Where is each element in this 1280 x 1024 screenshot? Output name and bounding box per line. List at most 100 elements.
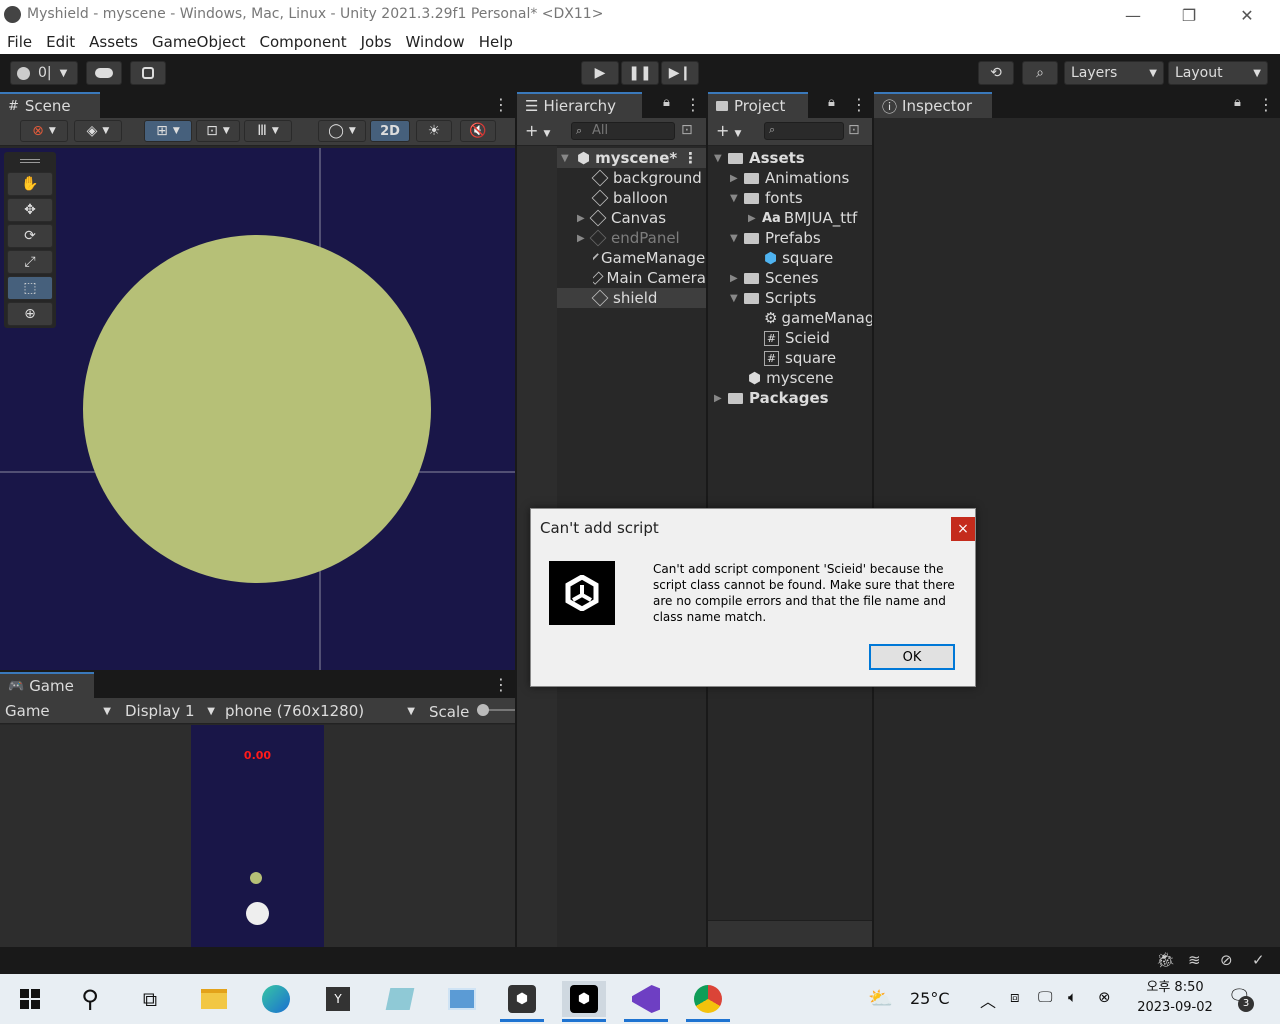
edge-browser-button[interactable] bbox=[254, 981, 298, 1017]
project-item-animations[interactable]: ▶ Animations bbox=[730, 168, 849, 188]
project-item-prefab-square[interactable]: ⬢ square bbox=[764, 248, 833, 268]
project-item-scieid-script[interactable]: # Scieid bbox=[764, 328, 830, 348]
rotate-tool-button[interactable]: ⟳ bbox=[7, 224, 53, 248]
chrome-browser-button[interactable] bbox=[686, 981, 730, 1022]
increment-dropdown[interactable]: Ⅲ ▼ bbox=[244, 120, 292, 142]
tool-handle-dropdown[interactable]: ⊗ ▼ bbox=[20, 120, 68, 142]
hierarchy-item-main-camera[interactable]: Main Camera bbox=[593, 268, 706, 288]
scene-menu-icon[interactable]: ⋮ bbox=[683, 149, 698, 167]
search-options-icon[interactable]: ⊡ bbox=[848, 122, 860, 138]
menu-file[interactable]: File bbox=[7, 33, 32, 51]
create-dropdown[interactable]: + ▼ bbox=[525, 121, 550, 140]
step-button[interactable]: ▶❙ bbox=[661, 61, 699, 85]
hierarchy-item-endpanel[interactable]: ▶ endPanel bbox=[577, 228, 680, 248]
close-window-button[interactable]: ✕ bbox=[1218, 0, 1276, 30]
project-create-dropdown[interactable]: + ▼ bbox=[716, 121, 741, 140]
project-item-prefabs[interactable]: ▼ Prefabs bbox=[730, 228, 821, 248]
cloud-button[interactable] bbox=[86, 61, 122, 85]
layers-dropdown[interactable]: Layers ▼ bbox=[1064, 61, 1164, 85]
project-search-input[interactable]: ⌕ bbox=[764, 122, 844, 140]
hierarchy-search-input[interactable]: ⌕ All bbox=[571, 122, 675, 140]
move-tool-button[interactable]: ✥ bbox=[7, 198, 53, 222]
hierarchy-item-gamemanager[interactable]: GameManager bbox=[593, 248, 706, 268]
chevron-up-icon[interactable]: ︿ bbox=[980, 988, 996, 1012]
scale-slider-handle[interactable] bbox=[477, 704, 489, 716]
tab-project[interactable]: Project bbox=[708, 92, 808, 118]
cache-server-icon[interactable]: ⊘ bbox=[1220, 951, 1233, 969]
draw-mode-dropdown[interactable]: ◈ ▼ bbox=[74, 120, 122, 142]
tab-scene[interactable]: # Scene bbox=[0, 92, 100, 118]
debug-icon[interactable]: 🐞︎ bbox=[1156, 951, 1175, 969]
resolution-dropdown[interactable]: phone (760x1280) ▼ bbox=[225, 701, 415, 721]
play-button[interactable]: ▶ bbox=[581, 61, 619, 85]
menu-window[interactable]: Window bbox=[406, 33, 465, 51]
menu-assets[interactable]: Assets bbox=[89, 33, 138, 51]
hierarchy-menu-icon[interactable]: ⋮ bbox=[685, 95, 701, 114]
menu-jobs[interactable]: Jobs bbox=[361, 33, 392, 51]
menu-gameobject[interactable]: GameObject bbox=[152, 33, 246, 51]
game-menu-icon[interactable]: ⋮ bbox=[493, 675, 509, 694]
lighting-toggle[interactable]: ☀ bbox=[416, 120, 452, 142]
tab-inspector[interactable]: ⓘ Inspector bbox=[874, 92, 992, 118]
undo-history-button[interactable]: ⟲ bbox=[978, 61, 1014, 85]
hierarchy-item-balloon[interactable]: balloon bbox=[591, 188, 668, 208]
grid-snap-dropdown[interactable]: ⊞ ▼ bbox=[144, 120, 192, 142]
project-item-fonts[interactable]: ▼ fonts bbox=[730, 188, 803, 208]
hierarchy-root-scene[interactable]: ▼ ⬢ myscene* ⋮ bbox=[557, 148, 706, 168]
network-icon[interactable]: 🖵 bbox=[1038, 988, 1052, 1006]
search-options-icon[interactable]: ⊡ bbox=[681, 122, 693, 138]
windows-start-button[interactable] bbox=[8, 981, 52, 1017]
balloon-sprite[interactable] bbox=[83, 235, 431, 583]
menu-help[interactable]: Help bbox=[479, 33, 513, 51]
camera-icon[interactable]: ⧈ bbox=[1010, 988, 1020, 1006]
scene-menu-icon[interactable]: ⋮ bbox=[493, 95, 509, 114]
dialog-close-button[interactable]: × bbox=[951, 517, 975, 541]
ok-button[interactable]: OK bbox=[869, 644, 955, 670]
pause-button[interactable]: ❚❚ bbox=[621, 61, 659, 85]
y-app-button[interactable]: Y bbox=[316, 981, 360, 1017]
game-screen[interactable]: 0.00 bbox=[191, 725, 324, 947]
game-view-dropdown[interactable]: Game ▼ bbox=[5, 701, 111, 721]
hand-tool-button[interactable]: ✋ bbox=[7, 172, 53, 196]
tab-hierarchy[interactable]: ☰ Hierarchy bbox=[517, 92, 642, 118]
palette-drag-handle[interactable] bbox=[20, 159, 40, 160]
collab-button[interactable] bbox=[130, 61, 166, 85]
lock-icon[interactable]: 🔒︎ bbox=[828, 95, 835, 110]
unity-editor-button[interactable]: ⬢ bbox=[562, 981, 606, 1022]
hierarchy-item-background[interactable]: background bbox=[591, 168, 702, 188]
toggle-2d-button[interactable]: 2D bbox=[370, 120, 410, 142]
weather-icon[interactable]: ⛅ bbox=[868, 986, 893, 1010]
progress-check-icon[interactable]: ✓ bbox=[1252, 951, 1265, 969]
project-item-font-file[interactable]: ▶ Aa BMJUA_ttf bbox=[748, 208, 857, 228]
scene-viewport[interactable]: ✋ ✥ ⟳ ⤢ ⬚ ⊕ bbox=[0, 148, 515, 670]
search-button[interactable]: ⌕ bbox=[1022, 61, 1058, 85]
hierarchy-item-shield[interactable]: shield bbox=[557, 288, 706, 308]
scale-tool-button[interactable]: ⤢ bbox=[7, 250, 53, 274]
mic-off-icon[interactable]: ⊗ bbox=[1098, 988, 1111, 1006]
lock-icon[interactable]: 🔒︎ bbox=[1234, 95, 1241, 110]
tab-game[interactable]: 🎮 Game bbox=[0, 672, 94, 698]
hierarchy-item-canvas[interactable]: ▶ Canvas bbox=[577, 208, 666, 228]
rect-tool-button[interactable]: ⬚ bbox=[7, 276, 53, 300]
menu-edit[interactable]: Edit bbox=[46, 33, 75, 51]
project-item-square-script[interactable]: # square bbox=[764, 348, 836, 368]
layout-dropdown[interactable]: Layout ▼ bbox=[1168, 61, 1268, 85]
unity-hub-button[interactable]: ⬢ bbox=[500, 981, 544, 1022]
maximize-button[interactable]: ❐ bbox=[1160, 0, 1218, 30]
project-menu-icon[interactable]: ⋮ bbox=[851, 95, 867, 114]
visual-studio-button[interactable] bbox=[624, 981, 668, 1022]
display-dropdown[interactable]: Display 1 ▼ bbox=[125, 701, 215, 721]
snap-increment-dropdown[interactable]: ⊡ ▼ bbox=[196, 120, 240, 142]
weather-temperature[interactable]: 25°C bbox=[910, 989, 950, 1008]
inspector-menu-icon[interactable]: ⋮ bbox=[1258, 95, 1274, 114]
audio-toggle[interactable]: 🔇 bbox=[460, 120, 496, 142]
project-item-packages[interactable]: ▶ Packages bbox=[714, 388, 829, 408]
project-item-gamemanager-script[interactable]: ⚙gameManager bbox=[764, 308, 872, 328]
project-item-myscene[interactable]: ⬢ myscene bbox=[748, 368, 834, 388]
file-explorer-button[interactable] bbox=[192, 981, 236, 1017]
shading-mode-dropdown[interactable]: ◯ ▼ bbox=[318, 120, 366, 142]
control-panel-button[interactable] bbox=[440, 981, 484, 1017]
minimize-button[interactable]: — bbox=[1104, 0, 1162, 30]
menu-component[interactable]: Component bbox=[260, 33, 347, 51]
account-dropdown[interactable]: 0| ▼ bbox=[10, 61, 78, 85]
